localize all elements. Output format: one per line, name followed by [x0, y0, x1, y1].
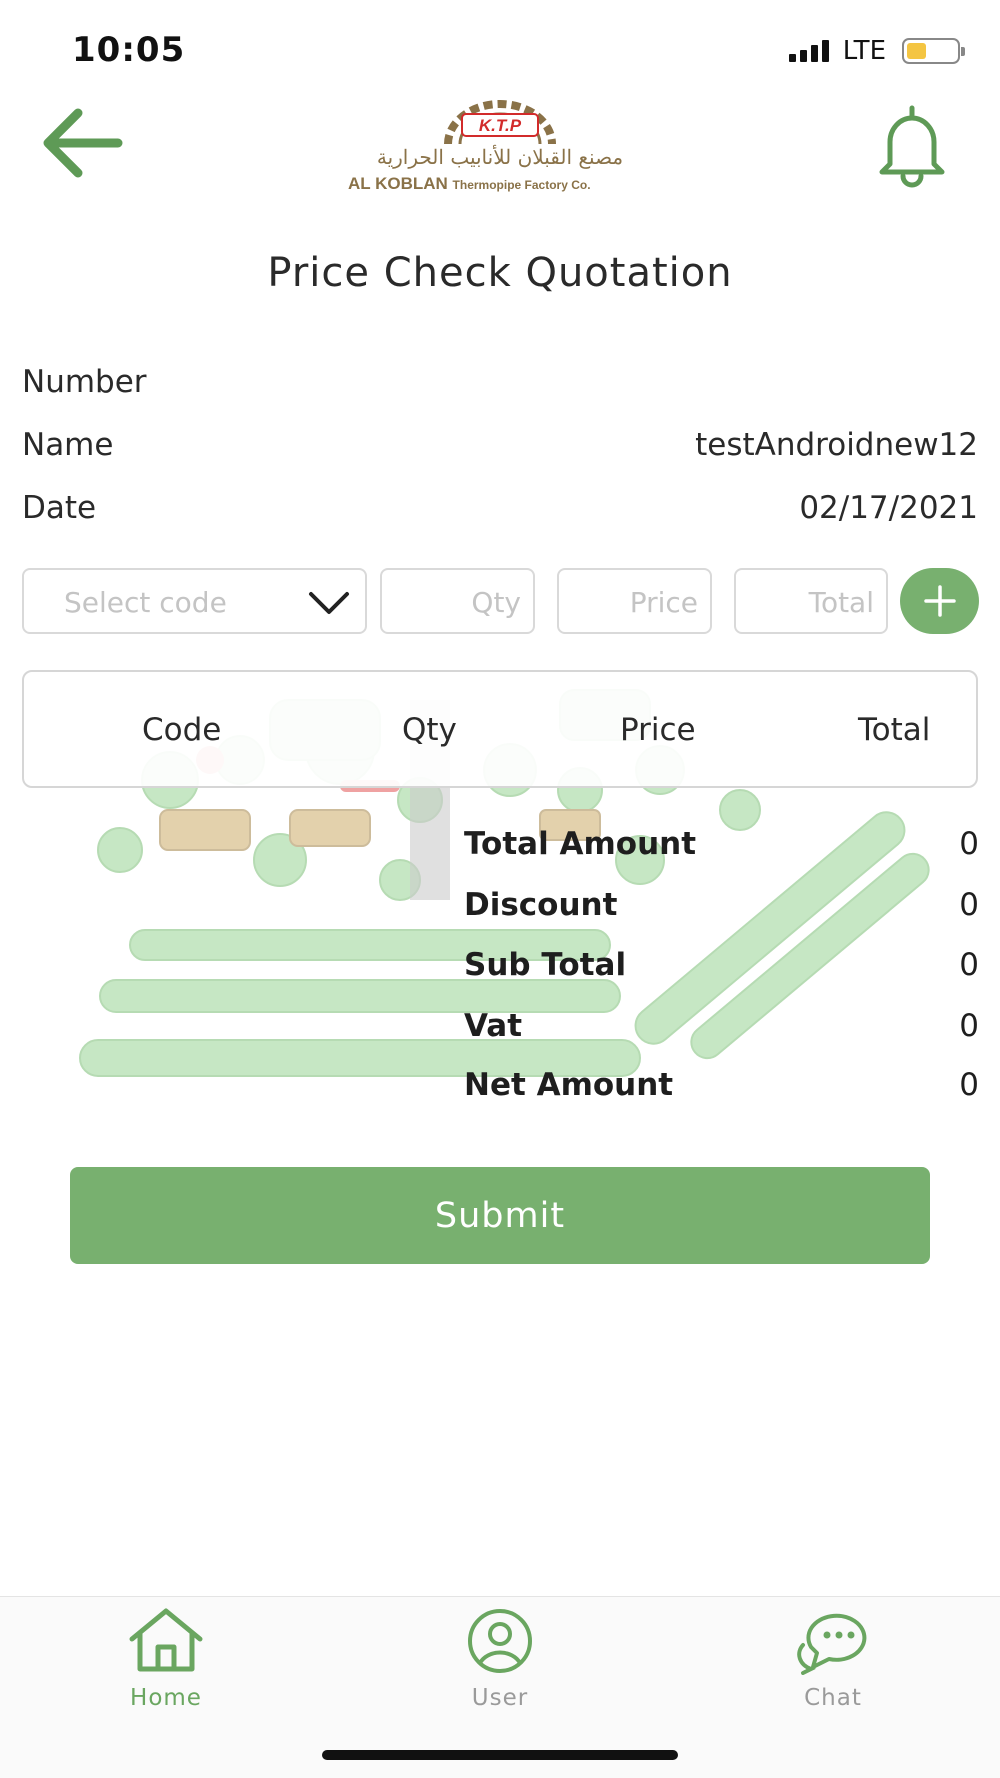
company-logo: K.T.P مصنع القبلان للأنابيب الحرارية AL … [340, 92, 660, 202]
bell-icon [879, 105, 945, 188]
total-amount-label: Total Amount [464, 826, 697, 862]
info-row-name: Name testAndroidnew12 [22, 427, 978, 477]
back-button[interactable] [38, 105, 128, 185]
home-icon [129, 1608, 203, 1672]
nav-label-chat: Chat [804, 1685, 862, 1711]
logo-badge: K.T.P [479, 116, 522, 135]
network-type: LTE [842, 36, 886, 66]
nav-item-chat[interactable]: Chat [763, 1607, 903, 1717]
table-header-total: Total [858, 712, 931, 748]
net-amount-value: 0 [959, 1067, 979, 1103]
discount-label: Discount [464, 887, 618, 923]
name-label: Name [22, 427, 114, 463]
summary-total-amount: Total Amount 0 [464, 826, 979, 872]
summary-discount: Discount 0 [464, 887, 979, 933]
sub-total-value: 0 [959, 947, 979, 983]
summary-sub-total: Sub Total 0 [464, 947, 979, 993]
summary-vat: Vat 0 [464, 1008, 979, 1054]
number-label: Number [22, 364, 147, 400]
nav-item-user[interactable]: User [430, 1607, 570, 1717]
status-indicators: LTE [788, 36, 965, 66]
price-placeholder: Price [629, 586, 698, 619]
table-header-qty: Qty [402, 712, 457, 748]
submit-button[interactable]: Submit [70, 1167, 930, 1264]
date-value: 02/17/2021 [799, 490, 978, 526]
home-indicator [322, 1750, 678, 1760]
items-table: Code Qty Price Total [22, 670, 978, 788]
date-label: Date [22, 490, 97, 526]
price-input[interactable]: Price [557, 568, 712, 634]
vat-value: 0 [959, 1008, 979, 1044]
name-value: testAndroidnew12 [695, 427, 978, 463]
total-amount-value: 0 [959, 826, 979, 862]
logo-company-name: AL KOBLAN Thermopipe Factory Co. [348, 174, 591, 193]
total-placeholder: Total [808, 586, 874, 619]
qty-placeholder: Qty [471, 586, 521, 619]
plus-icon [923, 585, 956, 617]
discount-value: 0 [959, 887, 979, 923]
table-header-code: Code [142, 712, 222, 748]
summary-net-amount: Net Amount 0 [464, 1067, 979, 1113]
net-amount-label: Net Amount [464, 1067, 674, 1103]
status-bar: 10:05 LTE [0, 0, 1000, 100]
code-select[interactable]: Select code [22, 568, 367, 634]
chevron-down-icon [309, 592, 349, 614]
sub-total-label: Sub Total [464, 947, 627, 983]
qty-input[interactable]: Qty [380, 568, 535, 634]
user-icon [468, 1609, 532, 1673]
nav-label-home: Home [130, 1685, 202, 1711]
nav-label-user: User [471, 1685, 529, 1711]
vat-label: Vat [464, 1008, 523, 1044]
code-select-placeholder: Select code [64, 586, 227, 619]
chat-icon [797, 1613, 867, 1675]
nav-item-home[interactable]: Home [96, 1607, 236, 1717]
total-input[interactable]: Total [734, 568, 888, 634]
add-item-button[interactable] [900, 568, 979, 634]
arrow-left-icon [43, 108, 123, 178]
table-header-price: Price [620, 712, 696, 748]
page-title: Price Check Quotation [267, 250, 733, 296]
status-time: 10:05 [72, 30, 186, 70]
notification-button[interactable] [872, 100, 952, 190]
info-row-date: Date 02/17/2021 [22, 490, 978, 540]
battery-icon [902, 38, 965, 64]
logo-arabic-text: مصنع القبلان للأنابيب الحرارية [377, 144, 623, 169]
info-row-number: Number [22, 364, 978, 414]
signal-icon [788, 40, 829, 62]
gear-logo-icon: K.T.P مصنع القبلان للأنابيب الحرارية [377, 100, 623, 169]
